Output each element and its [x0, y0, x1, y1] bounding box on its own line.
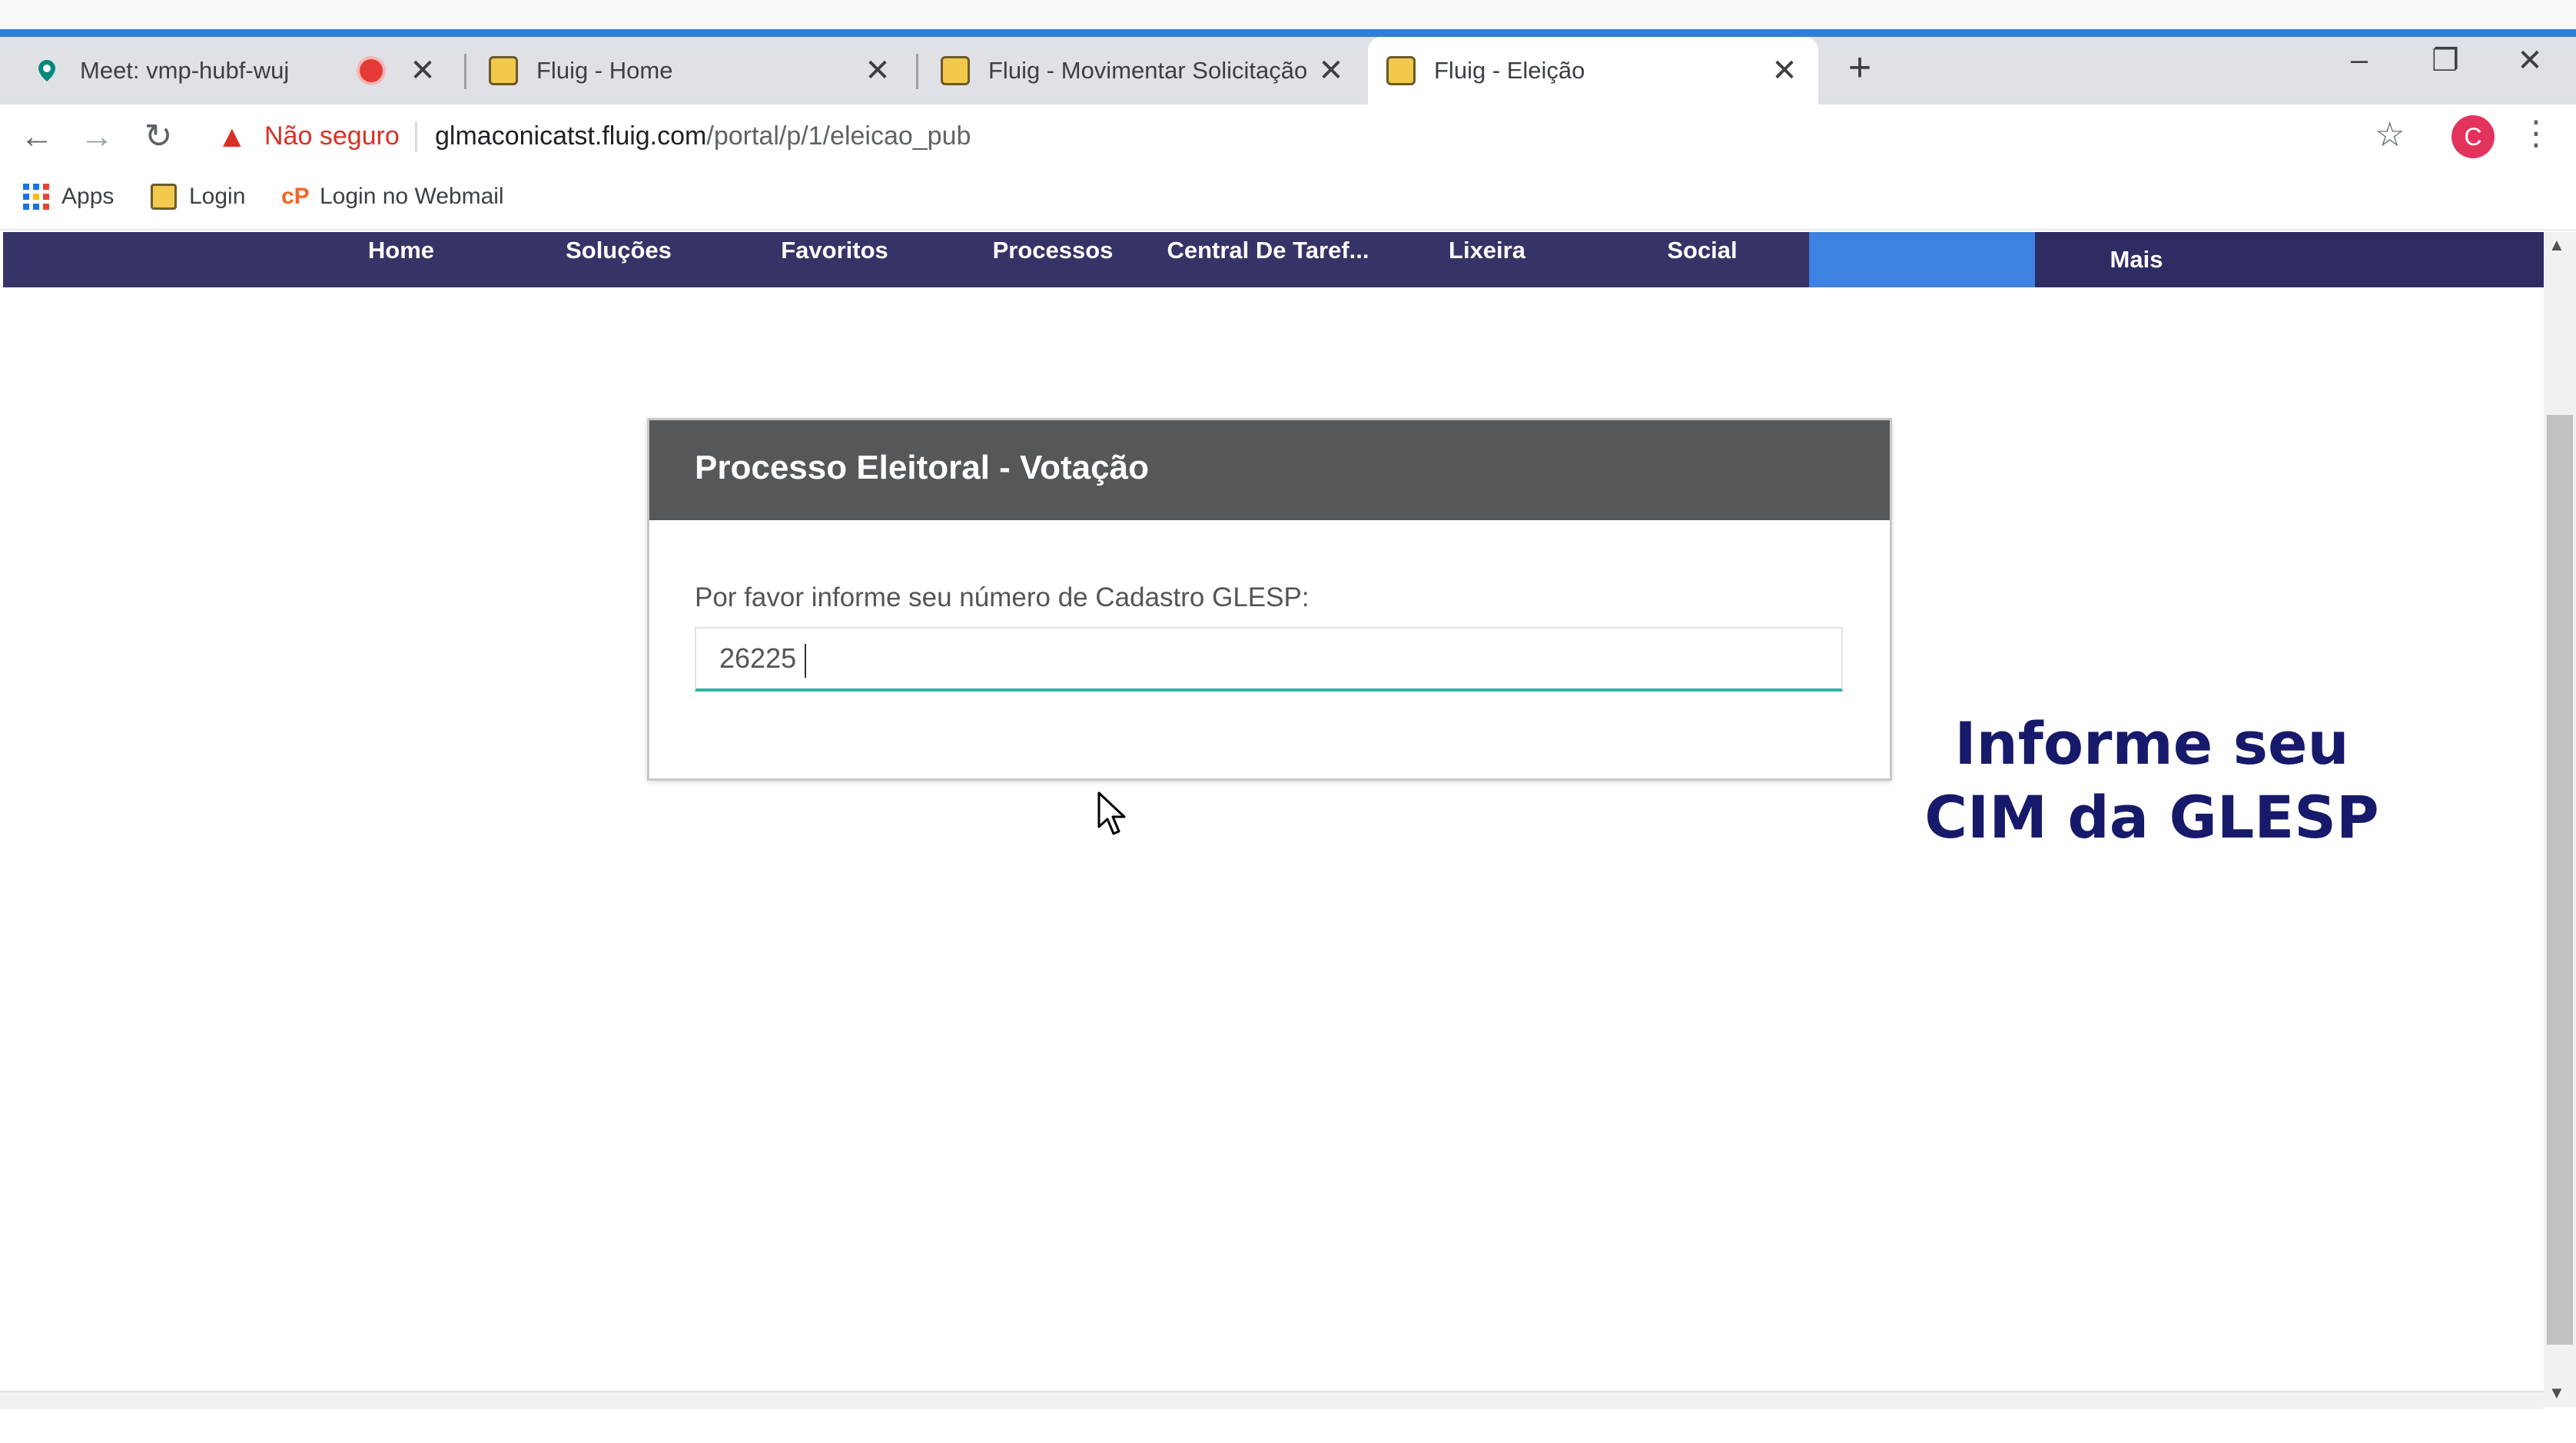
- warning-icon[interactable]: ▲: [217, 120, 247, 154]
- tab-title: Fluig - Home: [536, 57, 673, 84]
- cadastro-input[interactable]: [695, 627, 1843, 692]
- fluig-favicon-icon: [941, 56, 970, 85]
- text-caret: [805, 644, 806, 678]
- mouse-cursor-icon: [1097, 791, 1126, 835]
- kebab-menu-icon[interactable]: ⋮: [2519, 114, 2553, 153]
- window-top-bar: [0, 0, 2576, 29]
- caption-line-1: Informe seu: [1954, 709, 2349, 778]
- fluig-favicon-icon: [1386, 56, 1416, 85]
- tab-fluig-movimentar[interactable]: Fluig - Movimentar Solicitação ✕: [922, 37, 1365, 104]
- tab-fluig-eleicao[interactable]: Fluig - Eleição ✕: [1368, 37, 1818, 104]
- forward-icon[interactable]: →: [74, 115, 120, 158]
- tab-title: Meet: vmp-hubf-wuj: [80, 57, 290, 84]
- bookmark-label: Login: [189, 184, 246, 209]
- scrollbar-thumb[interactable]: [2547, 415, 2573, 1345]
- url-host: glmaconicatst.fluig.com: [435, 121, 707, 151]
- tab-strip: Meet: vmp-hubf-wuj ✕ Fluig - Home ✕ Flui…: [0, 37, 2576, 104]
- nav-item-processos[interactable]: Processos: [984, 232, 1122, 287]
- bookmark-apps[interactable]: Apps: [23, 180, 114, 214]
- recording-icon: [360, 59, 383, 82]
- instruction-caption: Informe seu CIM da GLESP: [1844, 707, 2459, 854]
- window-close-icon[interactable]: ✕: [2507, 43, 2553, 78]
- nav-item-mais[interactable]: Mais: [2075, 241, 2198, 297]
- tab-meet[interactable]: Meet: vmp-hubf-wuj ✕: [14, 37, 456, 104]
- restore-icon[interactable]: ❐: [2422, 43, 2468, 78]
- tab-separator: [916, 54, 918, 89]
- scroll-up-arrow-icon[interactable]: ▲: [2548, 235, 2565, 255]
- fluig-favicon-icon: [151, 184, 177, 210]
- profile-avatar[interactable]: C: [2452, 115, 2495, 158]
- bookmark-label: Login no Webmail: [320, 184, 504, 209]
- minimize-icon[interactable]: –: [2336, 43, 2382, 78]
- panel-title: Processo Eleitoral - Votação: [695, 449, 1149, 486]
- bookmark-star-icon[interactable]: ☆: [2375, 115, 2405, 154]
- new-tab-button[interactable]: +: [1837, 45, 1883, 91]
- reload-icon[interactable]: ↻: [135, 115, 181, 158]
- back-icon[interactable]: ←: [14, 115, 60, 158]
- close-icon[interactable]: ✕: [862, 53, 893, 88]
- bookmark-webmail[interactable]: cP Login no Webmail: [281, 180, 504, 214]
- apps-grid-icon: [23, 184, 49, 210]
- tab-separator: [464, 54, 466, 89]
- window-accent-bar: [0, 29, 2576, 37]
- close-icon[interactable]: ✕: [1316, 53, 1346, 88]
- tab-title: Fluig - Eleição: [1434, 57, 1585, 84]
- bookmark-login[interactable]: Login: [151, 180, 245, 214]
- tab-fluig-home[interactable]: Fluig - Home ✕: [470, 37, 911, 104]
- close-icon[interactable]: ✕: [407, 53, 438, 88]
- nav-item-lixeira[interactable]: Lixeira: [1429, 232, 1545, 287]
- cadastro-label: Por favor informe seu número de Cadastro…: [695, 582, 1310, 612]
- caption-line-2: CIM da GLESP: [1924, 783, 2379, 851]
- nav-item-central-de-tarefas[interactable]: Central De Taref...: [1153, 232, 1383, 287]
- meet-icon: [32, 56, 61, 85]
- nav-item-solucoes[interactable]: Soluções: [553, 232, 684, 287]
- url-text[interactable]: glmaconicatst.fluig.com/portal/p/1/eleic…: [435, 121, 971, 151]
- close-icon[interactable]: ✕: [1769, 53, 1800, 88]
- bookmark-label: Apps: [61, 184, 115, 209]
- nav-item-favoritos[interactable]: Favoritos: [768, 232, 901, 287]
- scroll-down-arrow-icon[interactable]: ▼: [2548, 1383, 2565, 1403]
- nav-item-social[interactable]: Social: [1645, 232, 1760, 287]
- nav-item-home[interactable]: Home: [338, 232, 464, 287]
- webmail-icon: cP: [281, 184, 310, 209]
- security-status[interactable]: Não seguro: [264, 121, 400, 151]
- nav-active-indicator: [1809, 232, 2035, 287]
- horizontal-scrollbar[interactable]: [0, 1391, 2544, 1409]
- url-path: /portal/p/1/eleicao_pub: [706, 121, 971, 151]
- tab-title: Fluig - Movimentar Solicitação: [988, 57, 1308, 84]
- divider: [415, 121, 417, 152]
- fluig-favicon-icon: [489, 56, 518, 85]
